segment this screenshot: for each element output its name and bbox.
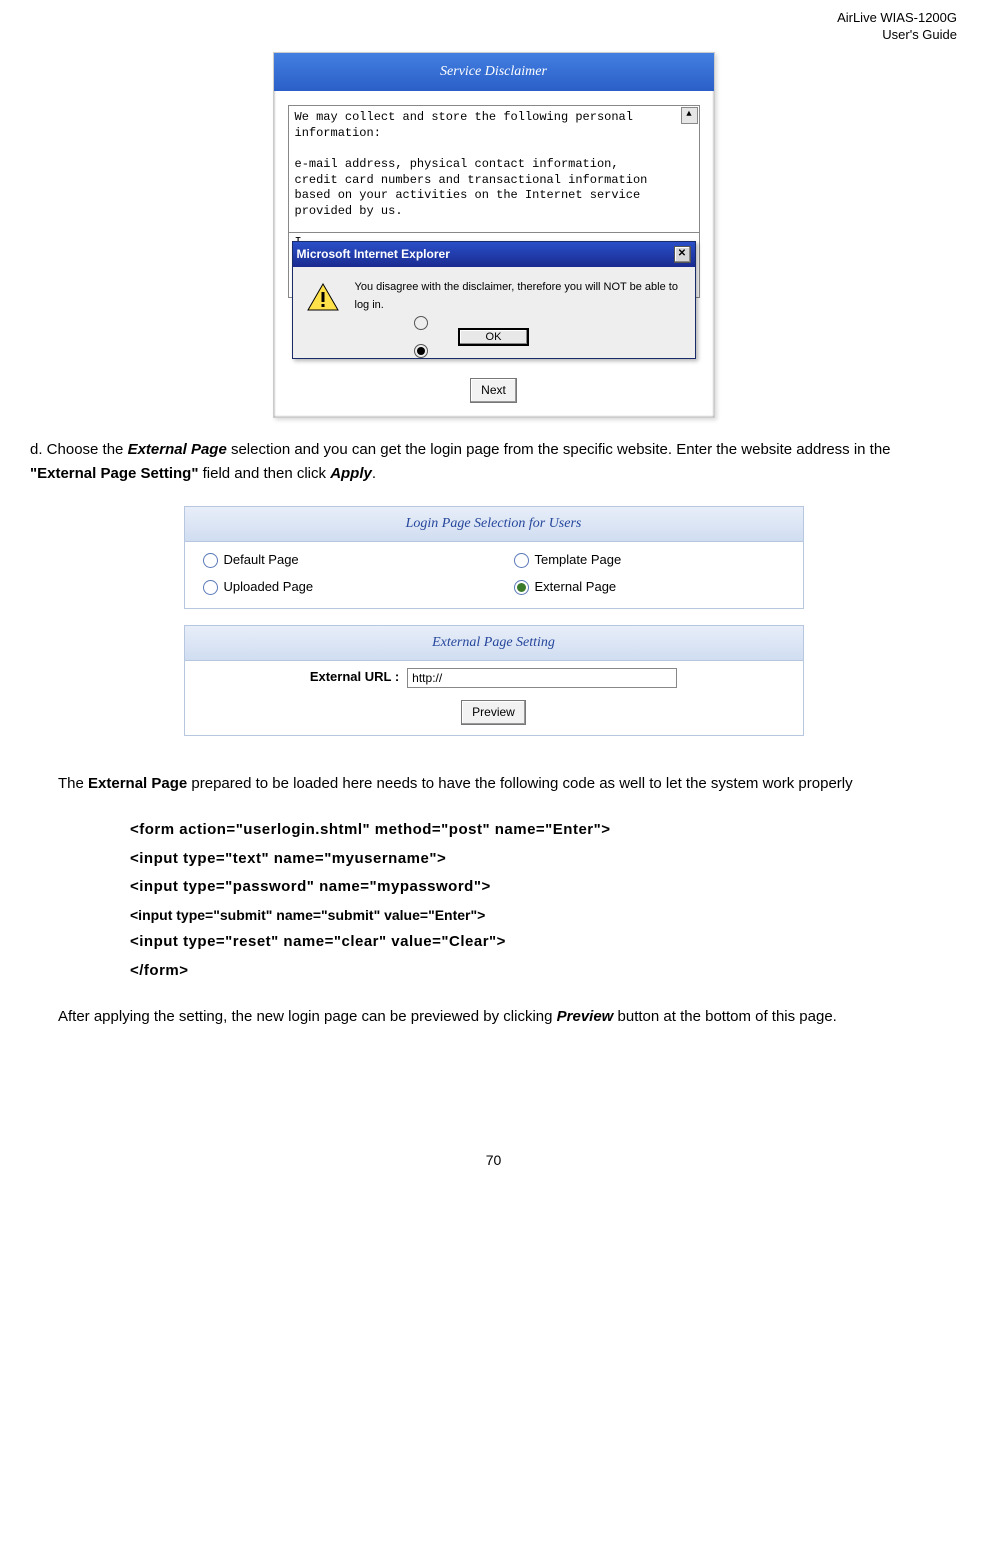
radio-uploaded[interactable]	[203, 580, 218, 595]
panel1-title: Login Page Selection for Users	[185, 507, 803, 542]
header-line2: User's Guide	[882, 27, 957, 42]
panel2-title: External Page Setting	[185, 626, 803, 661]
paragraph-d: d. Choose the External Page selection an…	[30, 438, 957, 486]
ie-alert: Microsoft Internet Explorer ✕ You disagr…	[292, 241, 696, 359]
code-line-2: <input type="text" name="myusername">	[130, 845, 957, 874]
code-block: <form action="userlogin.shtml" method="p…	[130, 816, 957, 985]
preview-button[interactable]: Preview	[461, 700, 526, 725]
code-line-4: <input type="submit" name="submit" value…	[130, 902, 957, 929]
screenshot-disclaimer: Service Disclaimer We may collect and st…	[273, 52, 715, 418]
radio-agree[interactable]	[414, 316, 428, 330]
disclaimer-title: Service Disclaimer	[274, 53, 714, 91]
radio-default[interactable]	[203, 553, 218, 568]
close-icon[interactable]: ✕	[674, 246, 691, 263]
screenshot-login-selection: Login Page Selection for Users Default P…	[184, 506, 804, 752]
opt-default[interactable]: Default Page	[203, 550, 474, 571]
external-url-label: External URL :	[310, 667, 399, 688]
opt-external[interactable]: External Page	[514, 577, 785, 598]
ie-title-text: Microsoft Internet Explorer	[297, 245, 450, 264]
code-line-1: <form action="userlogin.shtml" method="p…	[130, 816, 957, 845]
radio-external[interactable]	[514, 580, 529, 595]
ok-button[interactable]: OK	[458, 328, 530, 346]
code-line-5: <input type="reset" name="clear" value="…	[130, 928, 957, 957]
page-number: 70	[30, 1149, 957, 1171]
header-line1: AirLive WIAS-1200G	[837, 10, 957, 25]
radio-disagree[interactable]	[414, 344, 428, 358]
external-url-input[interactable]	[407, 668, 677, 688]
disclaimer-textbox[interactable]: We may collect and store the following p…	[288, 105, 700, 233]
warning-icon	[307, 283, 339, 311]
ie-message: You disagree with the disclaimer, theref…	[355, 279, 681, 314]
header: AirLive WIAS-1200G User's Guide	[30, 10, 957, 44]
opt-template[interactable]: Template Page	[514, 550, 785, 571]
radio-template[interactable]	[514, 553, 529, 568]
opt-uploaded[interactable]: Uploaded Page	[203, 577, 474, 598]
scroll-up-icon[interactable]: ▲	[681, 107, 698, 124]
code-line-3: <input type="password" name="mypassword"…	[130, 873, 957, 902]
next-button[interactable]: Next	[470, 378, 517, 403]
paragraph-after: After applying the setting, the new logi…	[58, 1005, 957, 1029]
paragraph-external: The External Page prepared to be loaded …	[58, 772, 957, 796]
code-line-6: </form>	[130, 957, 957, 986]
ie-titlebar: Microsoft Internet Explorer ✕	[293, 242, 695, 267]
